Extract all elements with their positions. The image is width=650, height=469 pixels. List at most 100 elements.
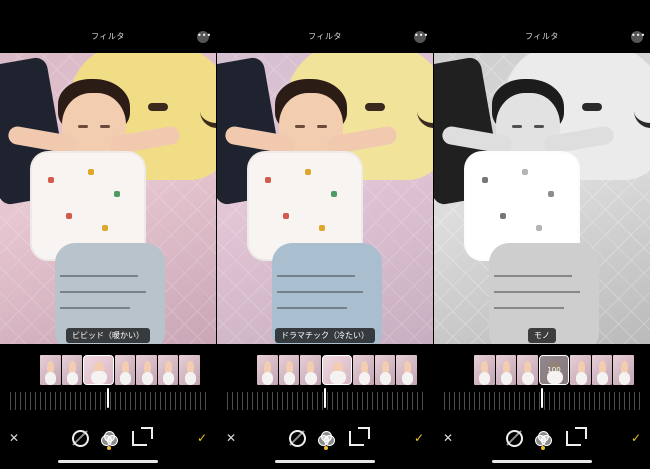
filter-thumb[interactable] xyxy=(570,355,591,385)
adjust-button[interactable] xyxy=(67,424,93,452)
pants-print xyxy=(494,291,580,293)
adjust-icon xyxy=(288,429,306,447)
adjust-icon xyxy=(71,429,89,447)
filter-thumb[interactable] xyxy=(257,355,278,385)
done-button[interactable]: ✓ xyxy=(411,424,427,452)
pants-print xyxy=(60,291,146,293)
cancel-button[interactable]: ✕ xyxy=(440,424,456,452)
shirt-print xyxy=(283,213,289,219)
more-icon[interactable]: ••• xyxy=(414,31,428,43)
pants-print xyxy=(277,291,363,293)
bottom-toolbar: ✕ ✓ xyxy=(434,424,650,452)
crop-icon xyxy=(565,426,587,446)
filter-thumb-selected[interactable]: 100 xyxy=(538,355,570,385)
pants-print xyxy=(277,307,347,309)
filter-thumb-selected[interactable] xyxy=(321,355,353,385)
crop-icon xyxy=(131,426,153,446)
filters-icon xyxy=(535,431,552,446)
cancel-button[interactable]: ✕ xyxy=(223,424,239,452)
pillow-eye-right xyxy=(582,103,602,111)
active-tab-dot xyxy=(107,446,111,450)
intensity-slider-indicator xyxy=(324,388,326,408)
pants-print xyxy=(494,275,572,277)
screen-title: フィルタ xyxy=(91,32,125,41)
crop-icon xyxy=(348,426,370,446)
filters-icon xyxy=(318,431,335,446)
screen-cool: フィルタ ••• ドラマチック（冷たい） ✕ ✓ xyxy=(217,0,433,469)
filter-thumb-selected[interactable] xyxy=(83,355,114,385)
cancel-button[interactable]: ✕ xyxy=(6,424,22,452)
filter-thumb[interactable] xyxy=(114,355,136,385)
screen-mono: フィルタ ••• モノ 100 ✕ ✓ xyxy=(434,0,650,469)
filter-strip[interactable] xyxy=(257,355,418,385)
child-eye-right xyxy=(100,125,110,128)
shirt-print xyxy=(500,213,506,219)
crop-button[interactable] xyxy=(343,424,370,452)
adjust-button[interactable] xyxy=(284,424,310,452)
screen-title: フィルタ xyxy=(308,32,342,41)
more-icon[interactable]: ••• xyxy=(197,31,211,43)
filter-strip[interactable]: 100 xyxy=(474,355,635,385)
filter-strip[interactable] xyxy=(40,355,201,385)
filter-thumb[interactable] xyxy=(61,355,83,385)
more-icon[interactable]: ••• xyxy=(631,31,645,43)
filter-thumb[interactable] xyxy=(278,355,300,385)
filter-thumb[interactable] xyxy=(40,355,61,385)
filter-thumb[interactable] xyxy=(374,355,396,385)
filter-thumb[interactable] xyxy=(353,355,374,385)
bottom-toolbar: ✕ ✓ xyxy=(217,424,433,452)
photo-preview xyxy=(0,53,216,344)
filters-icon xyxy=(101,431,118,446)
pillow-eye-right xyxy=(365,103,385,111)
adjust-button[interactable] xyxy=(501,424,527,452)
pillow-mouth xyxy=(417,103,433,128)
filters-button[interactable] xyxy=(530,424,556,452)
shirt-print xyxy=(522,169,528,175)
child-eye-left xyxy=(295,125,305,128)
filter-label: モノ xyxy=(434,328,650,343)
photo-preview xyxy=(217,53,433,344)
shirt-print xyxy=(66,213,72,219)
filter-thumb[interactable] xyxy=(613,355,635,385)
filter-intensity-value: 100 xyxy=(539,356,569,384)
crop-button[interactable] xyxy=(126,424,153,452)
shirt-print xyxy=(482,177,488,183)
screen-title: フィルタ xyxy=(525,32,559,41)
shirt-print xyxy=(305,169,311,175)
home-indicator xyxy=(492,460,592,463)
home-indicator xyxy=(275,460,375,463)
child-eye-right xyxy=(317,125,327,128)
child-eye-left xyxy=(78,125,88,128)
pillow-eye-right xyxy=(148,103,168,111)
shirt-print xyxy=(536,225,542,231)
filter-thumb[interactable] xyxy=(300,355,321,385)
pants-print xyxy=(60,275,138,277)
shirt-print xyxy=(548,191,554,197)
shirt-print xyxy=(265,177,271,183)
filter-thumb[interactable] xyxy=(474,355,495,385)
pants-print xyxy=(60,307,130,309)
filter-thumb[interactable] xyxy=(157,355,179,385)
filter-thumb[interactable] xyxy=(396,355,418,385)
active-tab-dot xyxy=(324,446,328,450)
photo-preview xyxy=(434,53,650,344)
filter-thumb[interactable] xyxy=(517,355,538,385)
done-button[interactable]: ✓ xyxy=(194,424,210,452)
home-indicator xyxy=(58,460,158,463)
bottom-toolbar: ✕ ✓ xyxy=(0,424,216,452)
filters-button[interactable] xyxy=(96,424,122,452)
child-eye-right xyxy=(534,125,544,128)
filter-thumb[interactable] xyxy=(591,355,613,385)
crop-button[interactable] xyxy=(560,424,587,452)
filters-button[interactable] xyxy=(313,424,339,452)
filter-thumb[interactable] xyxy=(179,355,201,385)
active-tab-dot xyxy=(541,446,545,450)
shirt-print xyxy=(88,169,94,175)
adjust-icon xyxy=(505,429,523,447)
screen-warm: フィルタ ••• ビビッド（暖かい） ✕ ✓ xyxy=(0,0,216,469)
pillow-mouth xyxy=(200,103,216,128)
done-button[interactable]: ✓ xyxy=(628,424,644,452)
pants-print xyxy=(277,275,355,277)
filter-thumb[interactable] xyxy=(495,355,517,385)
filter-thumb[interactable] xyxy=(136,355,157,385)
